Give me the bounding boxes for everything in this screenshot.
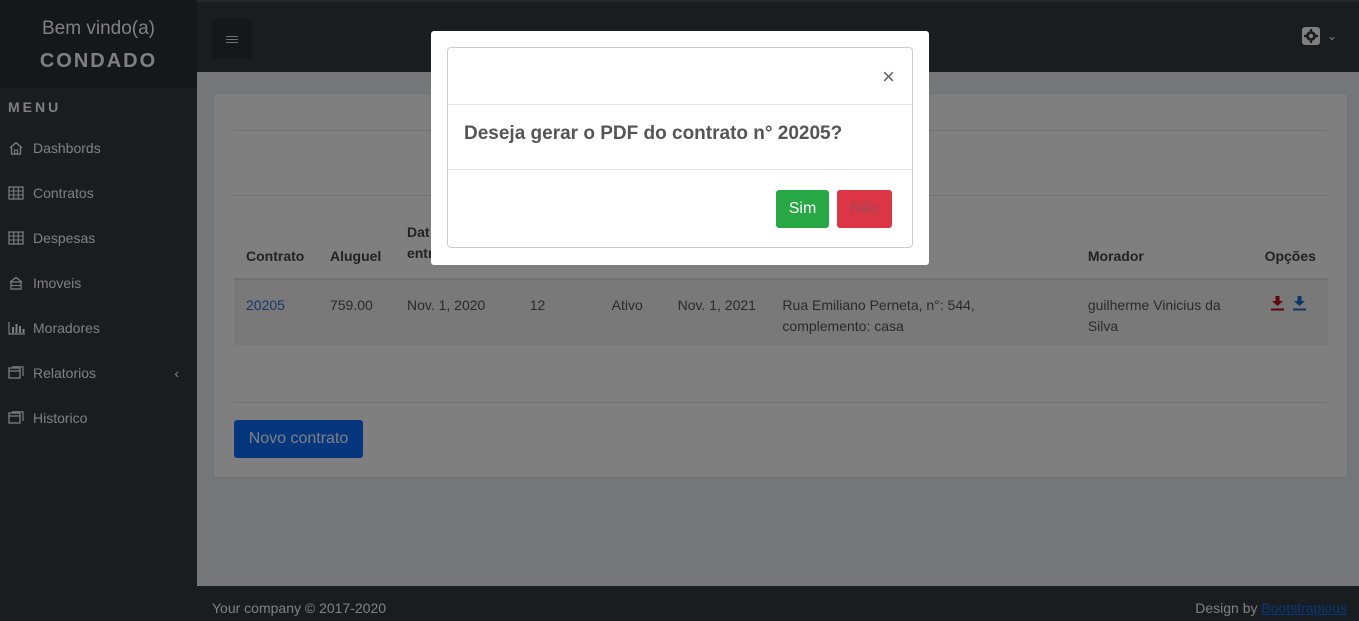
modal-footer: Sim Não <box>448 170 912 248</box>
modal-header: × <box>448 48 912 105</box>
modal-content: × Deseja gerar o PDF do contrato n° 2020… <box>447 47 913 248</box>
modal-message: Deseja gerar o PDF do contrato n° 20205? <box>448 105 912 170</box>
confirm-yes-button[interactable]: Sim <box>776 190 829 228</box>
modal-dialog: × Deseja gerar o PDF do contrato n° 2020… <box>431 31 929 265</box>
confirm-no-button[interactable]: Não <box>837 190 892 228</box>
close-icon[interactable]: × <box>882 66 895 88</box>
